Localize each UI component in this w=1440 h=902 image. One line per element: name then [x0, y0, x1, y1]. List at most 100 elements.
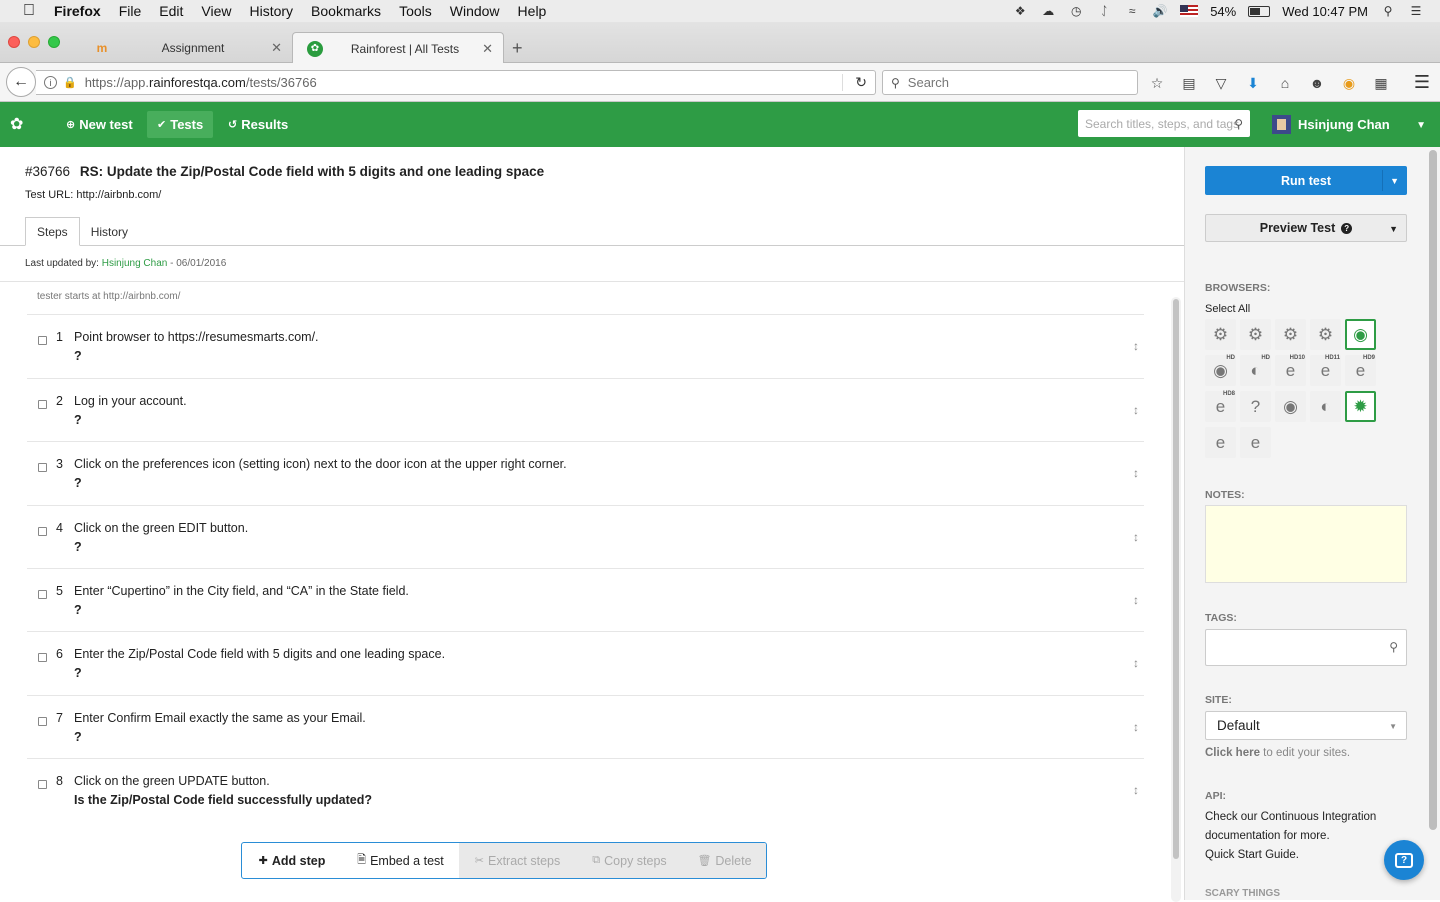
- api-quickstart-link[interactable]: Quick Start Guide.: [1205, 846, 1405, 865]
- nav-tests[interactable]: ✔ Tests: [147, 111, 214, 138]
- rainforest-logo-icon[interactable]: ✿: [10, 114, 32, 134]
- ie10-hd-icon[interactable]: e HD10: [1275, 355, 1306, 386]
- chrome-mac-icon[interactable]: ◉: [1275, 391, 1306, 422]
- window-close-button[interactable]: [8, 36, 20, 48]
- step-question[interactable]: Is the Zip/Postal Code field successfull…: [74, 793, 372, 807]
- search-icon[interactable]: ⚲: [1389, 640, 1398, 654]
- menu-hamburger-icon[interactable]: ☰: [1414, 72, 1430, 93]
- edge-icon[interactable]: e: [1205, 427, 1236, 458]
- back-button[interactable]: ←: [6, 67, 36, 97]
- list-item[interactable]: 6 Enter the Zip/Postal Code field with 5…: [27, 631, 1144, 694]
- step-question[interactable]: ?: [74, 666, 82, 680]
- screenshot-extension-icon[interactable]: ▦: [1370, 72, 1392, 94]
- step-checkbox[interactable]: [38, 780, 47, 789]
- scrollbar-thumb[interactable]: [1173, 299, 1179, 859]
- reload-icon[interactable]: ↻: [855, 74, 867, 91]
- help-chat-button[interactable]: ?: [1384, 840, 1424, 880]
- new-tab-plus-icon[interactable]: +: [512, 38, 523, 59]
- step-action[interactable]: Enter Confirm Email exactly the same as …: [74, 711, 366, 725]
- wifi-icon[interactable]: ≈: [1124, 4, 1140, 18]
- spotlight-search-icon[interactable]: ⚲: [1380, 4, 1396, 18]
- list-item[interactable]: 7 Enter Confirm Email exactly the same a…: [27, 695, 1144, 758]
- list-item[interactable]: 5 Enter “Cupertino” in the City field, a…: [27, 568, 1144, 631]
- step-checkbox[interactable]: [38, 463, 47, 472]
- menu-window[interactable]: Window: [441, 3, 509, 19]
- android-icon[interactable]: ⚙: [1205, 319, 1236, 350]
- step-question[interactable]: ?: [74, 476, 82, 490]
- add-step-button[interactable]: ✚ Add step: [242, 843, 342, 878]
- tab-steps[interactable]: Steps: [25, 217, 80, 246]
- step-checkbox[interactable]: [38, 590, 47, 599]
- step-checkbox[interactable]: [38, 527, 47, 536]
- step-checkbox[interactable]: [38, 336, 47, 345]
- site-select[interactable]: Default ▼: [1205, 711, 1407, 740]
- user-menu[interactable]: Hsinjung Chan: [1272, 115, 1390, 134]
- us-flag-icon[interactable]: [1180, 5, 1199, 17]
- drag-handle-icon[interactable]: ↕: [1133, 530, 1139, 544]
- apple-icon[interactable]: : [14, 2, 44, 20]
- api-ci-docs-link[interactable]: Check our Continuous Integration documen…: [1205, 808, 1405, 846]
- drag-handle-icon[interactable]: ↕: [1133, 593, 1139, 607]
- step-question[interactable]: ?: [74, 730, 82, 744]
- last-updated-user-link[interactable]: Hsinjung Chan: [102, 258, 168, 269]
- nav-new-test[interactable]: ⊕ New test: [56, 111, 143, 138]
- run-test-button[interactable]: Run test ▼: [1205, 166, 1407, 195]
- menu-app-firefox[interactable]: Firefox: [44, 3, 110, 19]
- delete-steps-button[interactable]: 🗑 Delete: [683, 843, 766, 878]
- step-checkbox[interactable]: [38, 653, 47, 662]
- menu-history[interactable]: History: [240, 3, 302, 19]
- url-bar[interactable]: i 🔒 https://app.rainforestqa.com/tests/3…: [36, 70, 876, 95]
- chrome-hd-icon[interactable]: ◉ HD: [1205, 355, 1236, 386]
- firefox-hd-icon[interactable]: ◐ HD: [1240, 355, 1271, 386]
- list-item[interactable]: 3 Click on the preferences icon (setting…: [27, 441, 1144, 504]
- bluetooth-icon[interactable]: ᛇ: [1096, 4, 1112, 18]
- tags-input[interactable]: ⚲: [1205, 629, 1407, 666]
- notes-textarea[interactable]: [1205, 505, 1407, 583]
- volume-icon[interactable]: 🔊: [1152, 4, 1168, 18]
- step-action[interactable]: Log in your account.: [74, 394, 187, 408]
- step-action[interactable]: Point browser to https://resumesmarts.co…: [74, 330, 319, 344]
- safari-icon[interactable]: ✹: [1345, 391, 1376, 422]
- list-item[interactable]: 8 Click on the green UPDATE button. Is t…: [27, 758, 1144, 821]
- select-all-browsers-link[interactable]: Select All: [1205, 303, 1250, 315]
- step-action[interactable]: Enter “Cupertino” in the City field, and…: [74, 584, 409, 598]
- menu-help[interactable]: Help: [509, 3, 556, 19]
- android-icon[interactable]: ⚙: [1275, 319, 1306, 350]
- tab-close-icon[interactable]: ✕: [271, 40, 282, 56]
- ie9-hd-icon[interactable]: e HD9: [1345, 355, 1376, 386]
- step-action[interactable]: Click on the green UPDATE button.: [74, 774, 270, 788]
- menu-edit[interactable]: Edit: [150, 3, 192, 19]
- step-checkbox[interactable]: [38, 400, 47, 409]
- chevron-down-icon[interactable]: ▼: [1416, 120, 1426, 131]
- site-info-icon[interactable]: i: [44, 76, 57, 89]
- preview-test-button[interactable]: Preview Test ? ▼: [1205, 214, 1407, 242]
- embed-test-button[interactable]: 🗎 Embed a test: [342, 843, 459, 878]
- menubar-clock[interactable]: Wed 10:47 PM: [1282, 4, 1368, 19]
- window-zoom-button[interactable]: [48, 36, 60, 48]
- search-icon[interactable]: ⚲: [1234, 117, 1243, 131]
- ie11-hd-icon[interactable]: e HD11: [1310, 355, 1341, 386]
- test-title-text[interactable]: RS: Update the Zip/Postal Code field wit…: [80, 164, 544, 179]
- notification-center-icon[interactable]: ☰: [1408, 4, 1424, 18]
- drag-handle-icon[interactable]: ↕: [1133, 720, 1139, 734]
- menu-file[interactable]: File: [110, 3, 151, 19]
- menu-bookmarks[interactable]: Bookmarks: [302, 3, 390, 19]
- battery-icon[interactable]: [1248, 5, 1271, 17]
- drag-handle-icon[interactable]: ↕: [1133, 783, 1139, 797]
- bookmark-star-icon[interactable]: ☆: [1146, 72, 1168, 94]
- firefox-mac-icon[interactable]: ◐: [1310, 391, 1341, 422]
- drag-handle-icon[interactable]: ↕: [1133, 656, 1139, 670]
- browser-tab-assignment[interactable]: m Assignment ✕: [80, 32, 292, 63]
- chrome-extension-icon[interactable]: ◉: [1338, 72, 1360, 94]
- edit-sites-link[interactable]: Click here: [1205, 747, 1260, 759]
- chrome-windows-icon[interactable]: ◉: [1345, 319, 1376, 350]
- home-icon[interactable]: ⌂: [1274, 72, 1296, 94]
- step-action[interactable]: Click on the preferences icon (setting i…: [74, 457, 567, 471]
- copy-steps-button[interactable]: ⧉ Copy steps: [576, 843, 683, 878]
- browser-search-input[interactable]: ⚲ Search: [882, 70, 1138, 95]
- drag-handle-icon[interactable]: ↕: [1133, 339, 1139, 353]
- app-search-input[interactable]: Search titles, steps, and tags ⚲: [1078, 110, 1250, 137]
- chevron-down-icon[interactable]: ▼: [1390, 176, 1399, 186]
- step-question[interactable]: ?: [74, 603, 82, 617]
- downloads-icon[interactable]: ⬇: [1242, 72, 1264, 94]
